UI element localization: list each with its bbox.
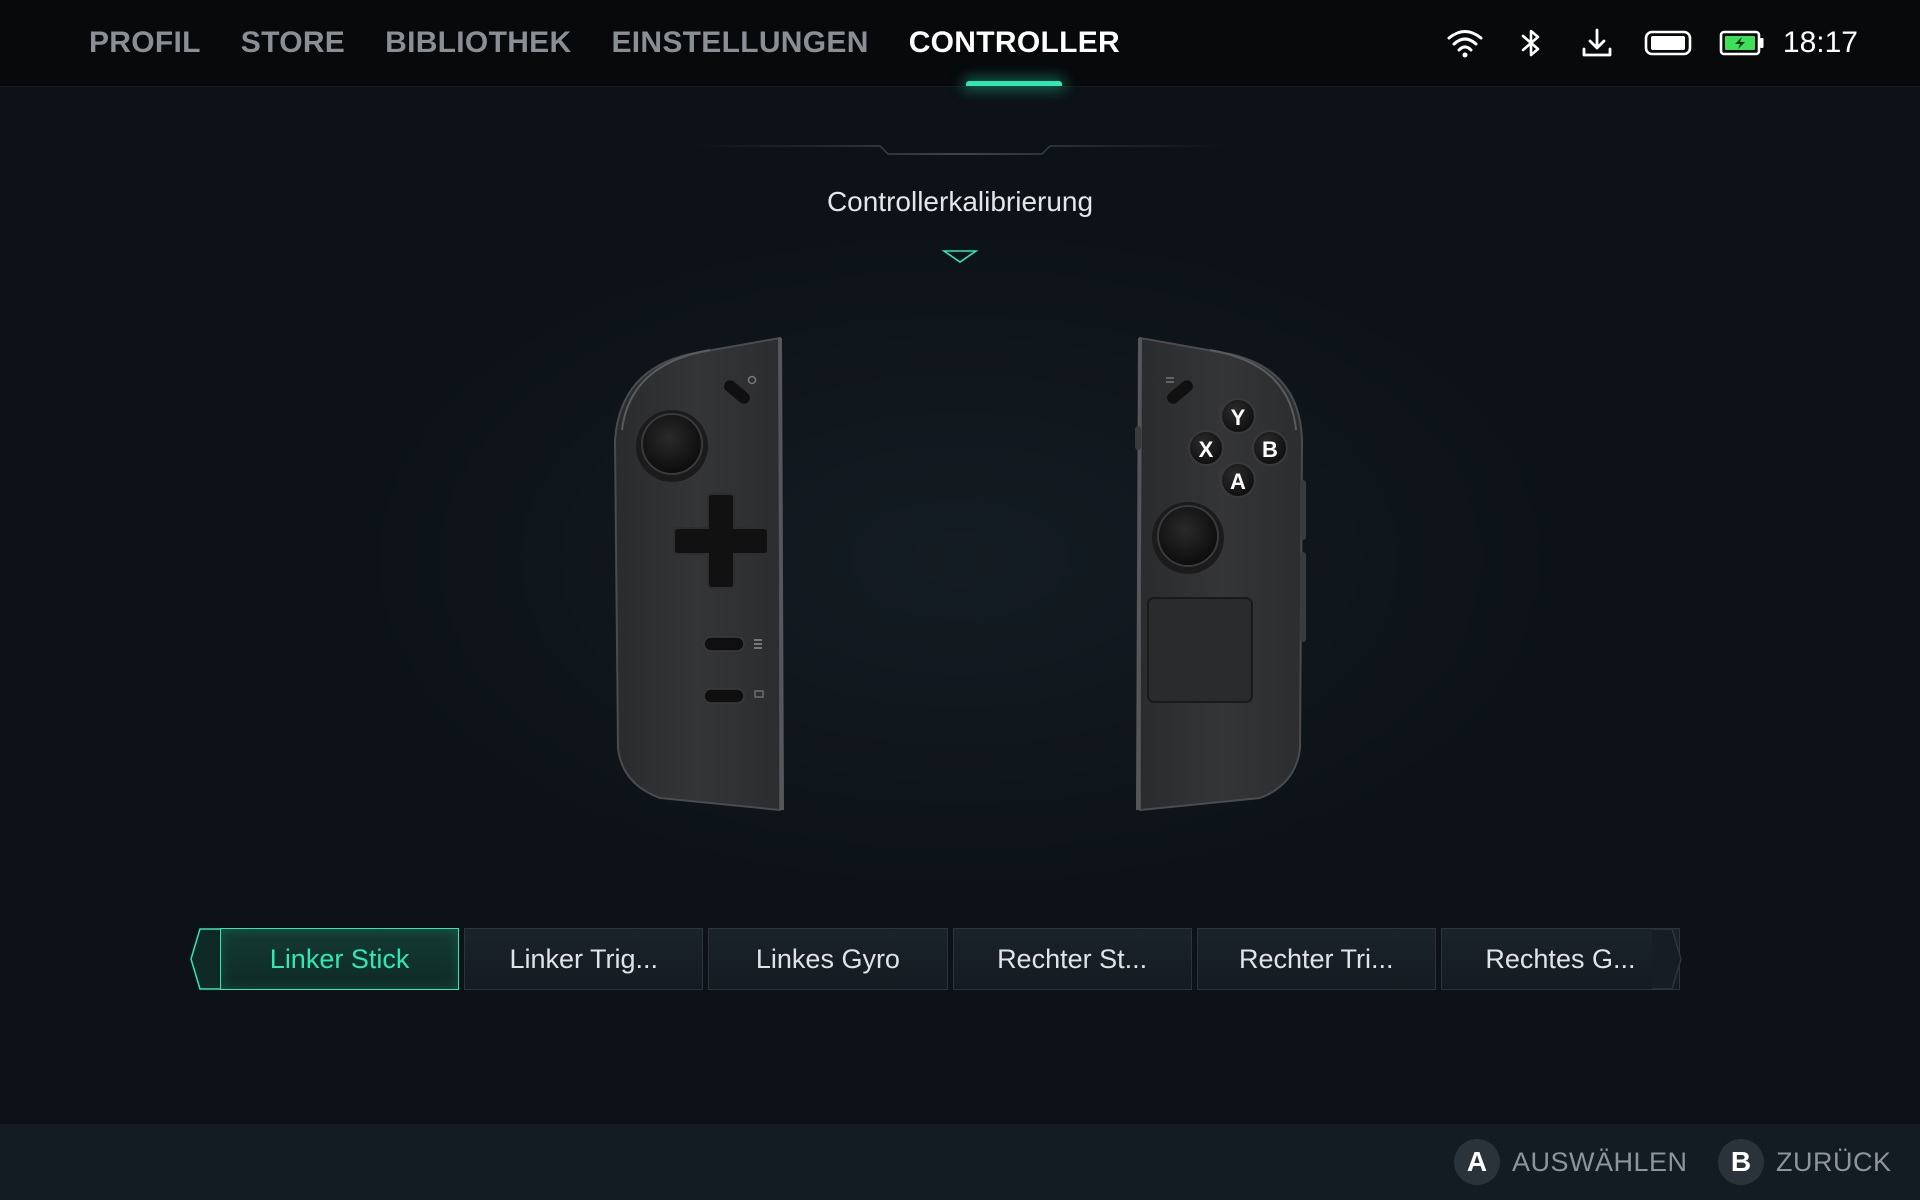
- title-decoration-top: [690, 145, 1230, 155]
- top-bar: PROFIL STORE BIBLIOTHEK EINSTELLUNGEN CO…: [0, 0, 1920, 87]
- right-stick: [1152, 502, 1224, 574]
- svg-text:X: X: [1199, 437, 1214, 462]
- wifi-icon: [1445, 23, 1485, 63]
- a-button: A: [1220, 462, 1256, 498]
- main-nav: PROFIL STORE BIBLIOTHEK EINSTELLUNGEN CO…: [89, 0, 1120, 86]
- trackpad: [1147, 597, 1253, 703]
- clock: 18:17: [1782, 26, 1858, 59]
- hint-back-label: ZURÜCK: [1776, 1146, 1892, 1177]
- svg-text:A: A: [1230, 469, 1246, 494]
- bluetooth-icon: [1511, 23, 1551, 63]
- battery-charging-icon: [1719, 23, 1765, 63]
- active-tab-indicator: [966, 81, 1063, 86]
- right-controller: Y X B A: [1135, 336, 1306, 812]
- x-button: X: [1188, 430, 1224, 466]
- y-button: Y: [1220, 398, 1256, 434]
- option-linker-stick[interactable]: Linker Stick: [220, 928, 460, 990]
- scroll-right-arrow[interactable]: [1652, 928, 1682, 990]
- left-stick: [636, 410, 708, 482]
- tab-bibliothek[interactable]: BIBLIOTHEK: [385, 0, 571, 86]
- a-button-icon: A: [1454, 1139, 1500, 1185]
- option-rechter-trigger[interactable]: Rechter Tri...: [1196, 928, 1436, 990]
- download-icon: [1577, 23, 1617, 63]
- b-button: B: [1252, 430, 1288, 466]
- tab-profil[interactable]: PROFIL: [89, 0, 201, 86]
- status-area: 18:17: [1445, 0, 1858, 86]
- controllers-illustration: Y X B A: [613, 336, 1306, 812]
- controller-battery-icon: [1643, 23, 1693, 63]
- option-linker-trigger[interactable]: Linker Trig...: [464, 928, 704, 990]
- left-controller: [613, 336, 784, 812]
- svg-text:B: B: [1262, 437, 1278, 462]
- calibration-options: Linker Stick Linker Trig... Linkes Gyro …: [220, 928, 1681, 990]
- b-button-icon: B: [1718, 1139, 1764, 1185]
- hint-back[interactable]: B ZURÜCK: [1718, 1124, 1892, 1200]
- view-button: [703, 688, 745, 704]
- title-decoration-bottom: [720, 250, 1200, 263]
- svg-text:Y: Y: [1231, 405, 1246, 430]
- page-title: Controllerkalibrierung: [826, 186, 1094, 217]
- tab-store[interactable]: STORE: [241, 0, 345, 86]
- option-rechter-stick[interactable]: Rechter St...: [952, 928, 1192, 990]
- menu-button: [703, 636, 745, 652]
- option-rechtes-gyro[interactable]: Rechtes G...: [1440, 928, 1681, 990]
- hint-select-label: AUSWÄHLEN: [1512, 1146, 1688, 1177]
- option-linkes-gyro[interactable]: Linkes Gyro: [708, 928, 948, 990]
- tab-einstellungen[interactable]: EINSTELLUNGEN: [611, 0, 868, 86]
- scroll-left-arrow[interactable]: [190, 928, 220, 990]
- bottom-hint-bar: A AUSWÄHLEN B ZURÜCK: [0, 1124, 1920, 1200]
- tab-controller[interactable]: CONTROLLER: [909, 0, 1120, 86]
- hint-select[interactable]: A AUSWÄHLEN: [1454, 1124, 1688, 1200]
